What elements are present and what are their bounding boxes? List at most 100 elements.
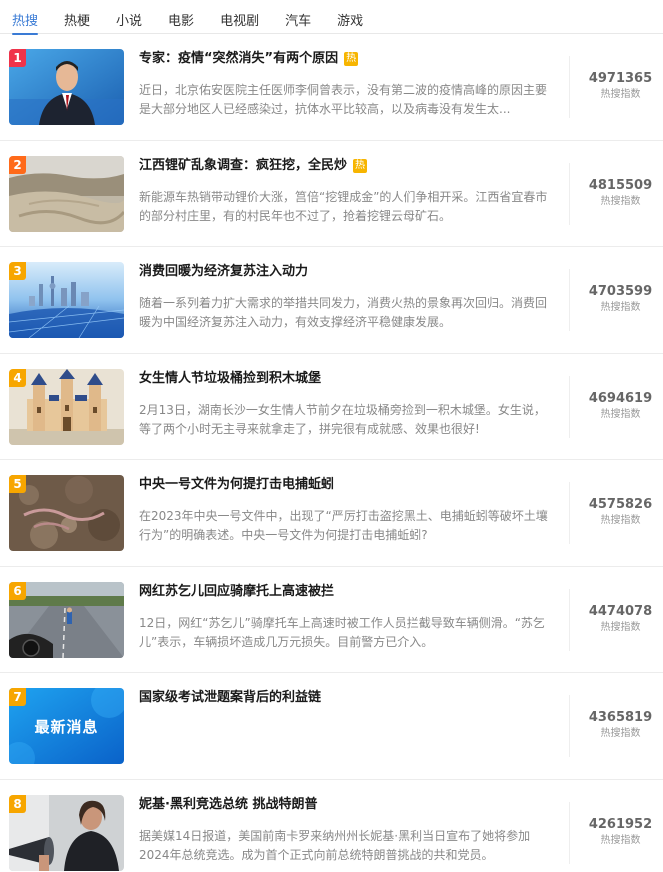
castle-image	[9, 368, 124, 445]
hot-score-label: 热搜指数	[600, 89, 641, 100]
item-description: 2月13日，湖南长沙一女生情人节前夕在垃圾桶旁捡到一积木城堡。女生说，等了两个小…	[139, 402, 546, 436]
rank-badge: 3	[9, 262, 26, 280]
rank-badge: 1	[9, 49, 26, 67]
item-body: 网红苏乞儿回应骑摩托上高速被拦 12日，网红“苏乞儿”骑摩托车上高速时被工作人员…	[139, 582, 557, 652]
item-description: 近日，北京佑安医院主任医师李侗曾表示，没有第二波的疫情高峰的原因主要是大部分地区…	[139, 83, 548, 116]
item-title-text: 专家：疫情“突然消失”有两个原因	[139, 51, 339, 66]
hot-score: 4703599 热搜指数	[578, 283, 663, 315]
hot-score-value: 4474078	[588, 603, 653, 619]
item-body: 消费回暖为经济复苏注入动力 随着一系列着力扩大需求的举措共同发力，消费火热的景象…	[139, 262, 557, 332]
tab-7[interactable]: 游戏	[337, 0, 363, 34]
category-tabs: 热搜 热梗 小说 电影 电视剧 汽车 游戏	[0, 0, 663, 35]
news-thumbnail[interactable]: 1	[9, 49, 124, 125]
item-description: 12日，网红“苏乞儿”骑摩托车上高速时被工作人员拦截导致车辆侧滑。“苏乞儿”表示…	[139, 615, 545, 649]
hot-score: 4815509 热搜指数	[578, 177, 663, 209]
list-item-5[interactable]: 5 中央一号文件为何提打击电捕蚯蚓 在2023年中央一号文件中，出现了“严厉打击…	[0, 460, 663, 567]
news-thumbnail[interactable]: 3	[9, 262, 124, 338]
man-portrait-image	[9, 49, 124, 125]
thumbnail-caption: 最新消息	[34, 717, 99, 736]
rank-badge: 5	[9, 475, 26, 493]
hot-score: 4261952 热搜指数	[578, 816, 663, 848]
list-item-8[interactable]: 8 妮基·黑利竞选总统 挑战特朗普 据美媒14日报道，美国前南卡罗来纳州州长妮基…	[0, 780, 663, 872]
divider	[569, 695, 570, 757]
rank-badge: 8	[9, 794, 26, 813]
hot-score-value: 4365819	[588, 710, 653, 725]
list-item-2[interactable]: 2 江西锂矿乱象调查：疯狂挖，全民炒热 新能源车热销带动锂价大涨，筥倍“挖锂成金…	[0, 141, 663, 247]
hot-score-label: 热搜指数	[600, 621, 641, 633]
hot-score: 4365819 热搜指数	[578, 709, 663, 741]
item-title-text: 女生情人节垃圾桶捡到积木城堡	[139, 370, 322, 386]
tab-6[interactable]: 汽车	[285, 0, 311, 34]
item-title-text: 妮基·黑利竞选总统 挑战特朗普	[139, 796, 318, 812]
news-thumbnail[interactable]: 5	[9, 475, 124, 551]
item-title[interactable]: 妮基·黑利竞选总统 挑战特朗普	[139, 795, 557, 815]
item-title-text: 江西锂矿乱象调查：疯狂挖，全民炒	[139, 157, 348, 173]
divider	[569, 588, 570, 651]
tab-2[interactable]: 热梗	[64, 0, 90, 34]
road-image	[9, 581, 124, 658]
hot-score-value: 4815509	[588, 177, 653, 193]
item-description: 随着一系列着力扩大需求的举措共同发力，消费火热的景象再次回归。消费回暖为中国经济…	[139, 296, 548, 329]
list-item-4[interactable]: 4 女生情人节垃圾桶捡到积木城堡 2月13日，湖南长沙一女生情人节前夕在垃圾桶旁…	[0, 354, 663, 460]
item-title[interactable]: 女生情人节垃圾桶捡到积木城堡	[139, 369, 557, 389]
item-title[interactable]: 江西锂矿乱象调查：疯狂挖，全民炒热	[139, 156, 557, 176]
item-body: 专家：疫情“突然消失”有两个原因热 近日，北京佑安医院主任医师李侗曾表示，没有第…	[139, 49, 557, 119]
divider	[569, 162, 570, 225]
soil-image	[9, 475, 124, 551]
item-title[interactable]: 消费回暖为经济复苏注入动力	[139, 262, 557, 282]
news-thumbnail[interactable]: 7 最新消息	[9, 688, 124, 764]
hot-badge: 热	[353, 158, 368, 173]
item-body: 妮基·黑利竞选总统 挑战特朗普 据美媒14日报道，美国前南卡罗来纳州州长妮基·黑…	[139, 795, 557, 865]
hot-search-list: 1 专家：疫情“突然消失”有两个原因热 近日，北京佑安医院主任医师李侗曾表示，没…	[0, 34, 663, 872]
item-body: 国家级考试泄题案背后的利益链	[139, 688, 557, 708]
hot-score-value: 4703599	[588, 284, 653, 299]
city-image	[9, 262, 124, 338]
tab-5[interactable]: 电视剧	[220, 0, 259, 34]
divider	[569, 482, 570, 544]
item-body: 江西锂矿乱象调查：疯狂挖，全民炒热 新能源车热销带动锂价大涨，筥倍“挖锂成金”的…	[139, 156, 557, 226]
speaker-image	[9, 794, 124, 871]
news-thumbnail[interactable]: 6	[9, 581, 124, 658]
divider	[569, 56, 570, 118]
tab-3[interactable]: 小说	[116, 0, 142, 34]
rank-badge: 4	[9, 368, 26, 387]
item-title[interactable]: 国家级考试泄题案背后的利益链	[139, 688, 557, 708]
item-body: 中央一号文件为何提打击电捕蚯蚓 在2023年中央一号文件中，出现了“严厉打击盗挖…	[139, 475, 557, 545]
item-description: 据美媒14日报道，美国前南卡罗来纳州州长妮基·黑利当日宣布了她将参加2024年总…	[139, 828, 531, 862]
tab-1[interactable]: 热搜	[12, 0, 39, 35]
hot-score-label: 热搜指数	[600, 195, 641, 207]
tab-4[interactable]: 电影	[168, 0, 194, 34]
rank-badge: 6	[9, 581, 26, 600]
hot-score-label: 热搜指数	[600, 408, 641, 420]
hot-score-value: 4694619	[588, 390, 653, 406]
hot-score-label: 热搜指数	[600, 515, 641, 526]
mine-image	[9, 155, 124, 232]
item-title-text: 网红苏乞儿回应骑摩托上高速被拦	[139, 583, 335, 599]
hot-score-value: 4971365	[588, 71, 653, 86]
hot-score-value: 4261952	[588, 816, 653, 832]
news-thumbnail[interactable]: 2	[9, 155, 124, 232]
hot-badge: 热	[344, 52, 359, 66]
list-item-7[interactable]: 7 最新消息 国家级考试泄题案背后的利益链 4365819 热搜指数	[0, 673, 663, 780]
divider	[569, 801, 570, 864]
list-item-1[interactable]: 1 专家：疫情“突然消失”有两个原因热 近日，北京佑安医院主任医师李侗曾表示，没…	[0, 34, 663, 141]
rank-badge: 2	[9, 155, 26, 174]
item-description: 在2023年中央一号文件中，出现了“严厉打击盗挖黑土、电捕蚯蚓等破坏土壤行为”的…	[139, 509, 548, 542]
hot-score: 4575826 热搜指数	[578, 496, 663, 528]
item-title[interactable]: 中央一号文件为何提打击电捕蚯蚓	[139, 475, 557, 495]
item-title[interactable]: 专家：疫情“突然消失”有两个原因热	[139, 49, 557, 69]
item-description: 新能源车热销带动锂价大涨，筥倍“挖锂成金”的人们争相开采。江西省宜春市的部分村庄…	[139, 189, 548, 223]
hot-score: 4474078 热搜指数	[578, 603, 663, 635]
hot-score-label: 热搜指数	[600, 302, 641, 313]
list-item-3[interactable]: 3 消费回暖为经济复苏注入动力 随着一系列着力扩大需求的举措共同发力，消费火热的…	[0, 247, 663, 354]
news-thumbnail[interactable]: 8	[9, 794, 124, 871]
item-title-text: 消费回暖为经济复苏注入动力	[139, 264, 309, 279]
list-item-6[interactable]: 6 网红苏乞儿回应骑摩托上高速被拦 12日，网红“苏乞儿”骑摩托车上高速时被工作…	[0, 567, 663, 673]
hot-score: 4694619 热搜指数	[578, 390, 663, 422]
item-title-text: 国家级考试泄题案背后的利益链	[139, 690, 322, 705]
hot-score-value: 4575826	[588, 497, 653, 512]
divider	[569, 375, 570, 438]
news-thumbnail[interactable]: 4	[9, 368, 124, 445]
item-title[interactable]: 网红苏乞儿回应骑摩托上高速被拦	[139, 582, 557, 602]
divider	[569, 269, 570, 331]
